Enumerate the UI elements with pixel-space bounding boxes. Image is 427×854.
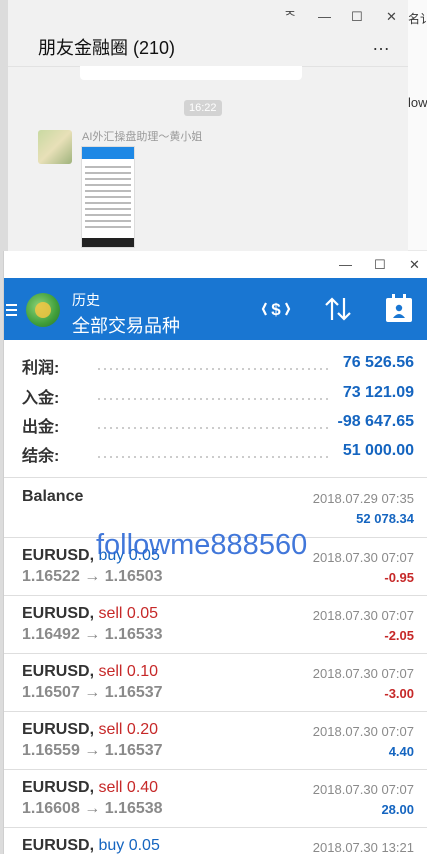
- dotted-leader: [96, 427, 330, 429]
- trade-symbol: Balance: [22, 488, 84, 505]
- trade-date: 2018.07.30 07:07: [312, 666, 414, 681]
- list-item[interactable]: EURUSD, buy 0.05 2018.07.30 13:21: [4, 828, 427, 854]
- sender-name: AI外汇操盘助理～黄小姐: [82, 131, 203, 143]
- dotted-leader: [96, 368, 330, 370]
- summary-label: 出金:: [22, 419, 60, 436]
- summary-value: -98 647.65: [337, 413, 414, 430]
- trade-symbol: EURUSD,: [22, 721, 95, 738]
- trade-profit: 52 078.34: [356, 511, 414, 526]
- list-item[interactable]: EURUSD, sell 0.10 1.16507 → 1.16537 2018…: [4, 654, 427, 712]
- svg-text:$: $: [271, 300, 281, 319]
- trade-title: EURUSD, sell 0.20: [22, 721, 158, 739]
- pin-icon[interactable]: ᅐ: [284, 10, 296, 23]
- trade-price: 1.16492 → 1.16533: [22, 626, 163, 643]
- dotted-leader: [96, 456, 330, 458]
- image-message-thumbnail[interactable]: [81, 146, 135, 248]
- toolbar-subtitle: 历史: [72, 292, 100, 308]
- trade-symbol: EURUSD,: [22, 779, 95, 796]
- trade-symbol: EURUSD,: [22, 663, 95, 680]
- trade-side: sell 0.40: [98, 779, 159, 796]
- watermark: followme888560: [96, 529, 308, 561]
- maximize-button[interactable]: ☐: [374, 258, 386, 271]
- currency-exchange-icon[interactable]: $: [260, 295, 292, 328]
- trade-date: 2018.07.30 07:07: [312, 724, 414, 739]
- summary-value: 76 526.56: [342, 354, 414, 371]
- trade-side: buy 0.05: [98, 837, 160, 854]
- trade-side: sell 0.20: [98, 721, 159, 738]
- summary-value: 73 121.09: [342, 384, 414, 401]
- background-text: low: [408, 95, 427, 110]
- maximize-button[interactable]: ☐: [351, 10, 363, 23]
- trade-price: 1.16507 → 1.16537: [22, 684, 163, 701]
- summary-row-deposit: 入金: 73 121.09: [4, 380, 427, 410]
- close-button[interactable]: ✕: [386, 10, 397, 23]
- sort-icon[interactable]: [322, 295, 354, 328]
- trade-profit: -3.00: [384, 686, 414, 701]
- trade-price: 1.16522 → 1.16503: [22, 568, 163, 585]
- trade-profit: 28.00: [381, 802, 414, 817]
- more-icon[interactable]: …: [372, 34, 391, 55]
- summary-value: 51 000.00: [342, 442, 414, 459]
- avatar[interactable]: [38, 130, 72, 164]
- summary-row-withdrawal: 出金: -98 647.65: [4, 409, 427, 439]
- trade-profit: 4.40: [388, 744, 414, 759]
- trade-price: 1.16559 → 1.16537: [22, 742, 163, 759]
- summary-label: 结余:: [22, 448, 60, 465]
- list-item[interactable]: EURUSD, sell 0.05 1.16492 → 1.16533 2018…: [4, 596, 427, 654]
- chat-title: 朋友金融圈 (210): [38, 38, 176, 58]
- minimize-button[interactable]: —: [339, 258, 352, 271]
- trade-date: 2018.07.30 13:21: [312, 840, 414, 854]
- app-toolbar: 历史 全部交易品种 $: [4, 278, 427, 340]
- toolbar-title[interactable]: 全部交易品种: [72, 312, 180, 338]
- trade-side: sell 0.10: [98, 663, 159, 680]
- trade-title: EURUSD, sell 0.40: [22, 779, 158, 797]
- time-divider: 16:22: [184, 100, 222, 116]
- trade-price: 1.16608 → 1.16538: [22, 800, 163, 817]
- background-text: 名讠: [408, 12, 427, 26]
- trade-title: EURUSD, sell 0.10: [22, 663, 158, 681]
- trade-symbol: EURUSD,: [22, 605, 95, 622]
- background-window: [408, 0, 427, 250]
- trade-profit: -2.05: [384, 628, 414, 643]
- dotted-leader: [96, 398, 330, 400]
- trade-symbol: EURUSD,: [22, 837, 95, 854]
- trade-symbol: EURUSD,: [22, 547, 95, 564]
- summary-label: 利润:: [22, 360, 60, 377]
- trade-title: EURUSD, sell 0.05: [22, 605, 158, 623]
- trade-profit: -0.95: [384, 570, 414, 585]
- desktop: ᅐ — ☐ ✕ 朋友金融圈 (210) … 16:22 AI外汇操盘助理～黄小姐…: [0, 0, 427, 854]
- app-logo: [26, 293, 60, 327]
- window-titlebar: — ☐ ✕: [4, 251, 427, 278]
- trade-date: 2018.07.29 07:35: [312, 491, 414, 506]
- message-bubble: [80, 66, 302, 80]
- minimize-button[interactable]: —: [318, 10, 331, 23]
- menu-icon[interactable]: [6, 304, 17, 316]
- list-item[interactable]: EURUSD, sell 0.40 1.16608 → 1.16538 2018…: [4, 770, 427, 828]
- trade-side: sell 0.05: [98, 605, 159, 622]
- trade-date: 2018.07.30 07:07: [312, 782, 414, 797]
- trade-title: EURUSD, buy 0.05: [22, 837, 160, 854]
- list-item[interactable]: EURUSD, sell 0.20 1.16559 → 1.16537 2018…: [4, 712, 427, 770]
- summary-label: 入金:: [22, 390, 60, 407]
- summary-row-balance: 结余: 51 000.00: [4, 438, 427, 468]
- calendar-icon[interactable]: [384, 292, 414, 329]
- summary-section: 利润: 76 526.56 入金: 73 121.09 出金: -98 647.…: [4, 340, 427, 473]
- trade-date: 2018.07.30 07:07: [312, 608, 414, 623]
- close-button[interactable]: ✕: [409, 258, 420, 271]
- trade-date: 2018.07.30 07:07: [312, 550, 414, 565]
- summary-row-profit: 利润: 76 526.56: [4, 350, 427, 380]
- divider: [4, 477, 427, 478]
